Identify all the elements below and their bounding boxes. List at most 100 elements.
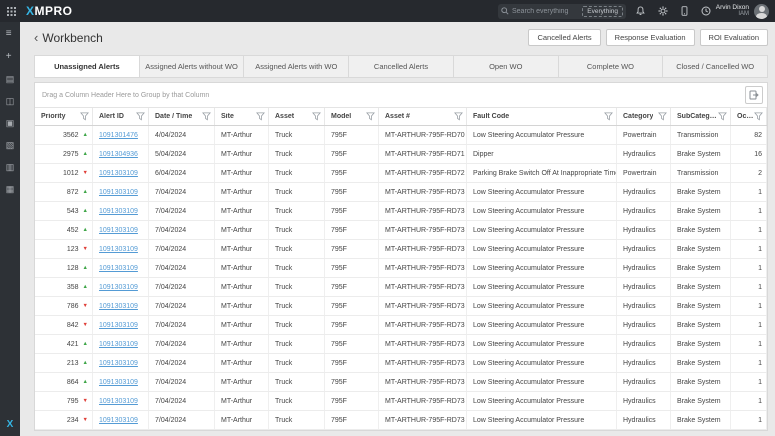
- table-row[interactable]: 452 ▲ 1091303109 7/04/2024 MT-Arthur Truck 795…: [35, 221, 767, 240]
- table-row[interactable]: 123 ▼ 1091303109 7/04/2024 MT-Arthur Truck 795…: [35, 240, 767, 259]
- search-input[interactable]: [512, 7, 583, 15]
- alert-id-link[interactable]: 1091303109: [99, 303, 138, 310]
- table-row[interactable]: 421 ▲ 1091303109 7/04/2024 MT-Arthur Truck 795…: [35, 335, 767, 354]
- column-header-alert-id[interactable]: Alert ID: [93, 108, 149, 125]
- alert-id-link[interactable]: 1091304936: [99, 151, 138, 158]
- table-row[interactable]: 3562 ▲ 1091301476 4/04/2024 MT-Arthur Truck 79…: [35, 126, 767, 145]
- tab-open-wo[interactable]: Open WO: [452, 55, 559, 78]
- alert-id-link[interactable]: 1091303109: [99, 360, 138, 367]
- settings-gear-icon[interactable]: [658, 6, 668, 16]
- filter-funnel-icon[interactable]: [80, 112, 89, 121]
- link-icon[interactable]: ▧: [6, 141, 15, 150]
- table-row[interactable]: 358 ▲ 1091303109 7/04/2024 MT-Arthur Truck 795…: [35, 278, 767, 297]
- trend-up-icon: ▲: [82, 265, 88, 271]
- filter-funnel-icon[interactable]: [256, 112, 265, 121]
- notifications-icon[interactable]: [636, 6, 645, 16]
- apps-grid-icon[interactable]: [0, 6, 22, 16]
- filter-funnel-icon[interactable]: [366, 112, 375, 121]
- table-row[interactable]: 1012 ▼ 1091303109 6/04/2024 MT-Arthur Truck 79…: [35, 164, 767, 183]
- export-button[interactable]: [745, 86, 763, 104]
- site-cell: MT-Arthur: [215, 221, 269, 239]
- column-label: Alert ID: [99, 113, 124, 120]
- filter-funnel-icon[interactable]: [312, 112, 321, 121]
- column-header-date-time[interactable]: Date / Time: [149, 108, 215, 125]
- tab-assigned-alerts-with-wo[interactable]: Assigned Alerts with WO: [243, 55, 350, 78]
- alert-id-link[interactable]: 1091303109: [99, 265, 138, 272]
- media-icon[interactable]: ▣: [6, 119, 15, 128]
- column-header-category[interactable]: Category: [617, 108, 671, 125]
- alert-id-link[interactable]: 1091303109: [99, 417, 138, 424]
- column-header-asset[interactable]: Asset: [269, 108, 325, 125]
- asset-number-cell: MT-ARTHUR-795F-RD73: [379, 411, 467, 429]
- filter-funnel-icon[interactable]: [136, 112, 145, 121]
- priority-value: 452: [66, 226, 79, 234]
- table-row[interactable]: 128 ▲ 1091303109 7/04/2024 MT-Arthur Truck 795…: [35, 259, 767, 278]
- column-header-site[interactable]: Site: [215, 108, 269, 125]
- site-cell: MT-Arthur: [215, 145, 269, 163]
- roi-evaluation-button[interactable]: ROI Evaluation: [699, 29, 768, 46]
- site-cell: MT-Arthur: [215, 335, 269, 353]
- asset-cell: Truck: [269, 411, 325, 429]
- alert-id-link[interactable]: 1091303109: [99, 170, 138, 177]
- reports-icon[interactable]: ▥: [6, 163, 15, 172]
- sidebar: ≡ + ▤ ◫ ▣ ▧ ▥ ▦ X: [0, 22, 20, 436]
- column-header-fault-code[interactable]: Fault Code: [467, 108, 617, 125]
- alert-id-link[interactable]: 1091303109: [99, 246, 138, 253]
- tab-closed-cancelled-wo[interactable]: Closed / Cancelled WO: [662, 55, 769, 78]
- table-row[interactable]: 234 ▼ 1091303109 7/04/2024 MT-Arthur Truck 795…: [35, 411, 767, 430]
- avatar[interactable]: [754, 3, 769, 19]
- tab-unassigned-alerts[interactable]: Unassigned Alerts: [34, 55, 140, 78]
- column-header-asset[interactable]: Asset #: [379, 108, 467, 125]
- table-row[interactable]: 543 ▲ 1091303109 7/04/2024 MT-Arthur Truck 795…: [35, 202, 767, 221]
- table-row[interactable]: 864 ▲ 1091303109 7/04/2024 MT-Arthur Truck 795…: [35, 373, 767, 392]
- filter-funnel-icon[interactable]: [718, 112, 727, 121]
- alert-id-link[interactable]: 1091303109: [99, 341, 138, 348]
- dashboard-icon[interactable]: ▤: [6, 75, 15, 84]
- search-scope-dropdown[interactable]: Everything: [582, 5, 623, 17]
- filter-funnel-icon[interactable]: [658, 112, 667, 121]
- filter-funnel-icon[interactable]: [754, 112, 763, 121]
- table-row[interactable]: 872 ▲ 1091303109 7/04/2024 MT-Arthur Truck 795…: [35, 183, 767, 202]
- table-row[interactable]: 842 ▼ 1091303109 7/04/2024 MT-Arthur Truck 795…: [35, 316, 767, 335]
- column-header-subcategory[interactable]: SubCategory: [671, 108, 731, 125]
- column-header-occurren[interactable]: Occurren...: [731, 108, 767, 125]
- filter-funnel-icon[interactable]: [604, 112, 613, 121]
- alert-id-link[interactable]: 1091303109: [99, 398, 138, 405]
- cancelled-alerts-button[interactable]: Cancelled Alerts: [528, 29, 601, 46]
- column-header-priority[interactable]: Priority: [35, 108, 93, 125]
- table-row[interactable]: 213 ▲ 1091303109 7/04/2024 MT-Arthur Truck 795…: [35, 354, 767, 373]
- alert-id-cell: 1091303109: [93, 202, 149, 220]
- datastream-icon[interactable]: ◫: [6, 97, 15, 106]
- calendar-icon[interactable]: ▦: [6, 185, 15, 194]
- alert-id-link[interactable]: 1091303109: [99, 379, 138, 386]
- alert-id-link[interactable]: 1091303109: [99, 227, 138, 234]
- category-cell: Hydraulics: [617, 240, 671, 258]
- tab-complete-wo[interactable]: Complete WO: [557, 55, 664, 78]
- filter-funnel-icon[interactable]: [202, 112, 211, 121]
- alert-id-link[interactable]: 1091301476: [99, 132, 138, 139]
- xmpro-x-logo-icon[interactable]: X: [7, 419, 14, 430]
- alert-id-link[interactable]: 1091303109: [99, 322, 138, 329]
- alert-id-link[interactable]: 1091303109: [99, 189, 138, 196]
- table-row[interactable]: 795 ▼ 1091303109 7/04/2024 MT-Arthur Truck 795…: [35, 392, 767, 411]
- alert-id-link[interactable]: 1091303109: [99, 284, 138, 291]
- back-chevron-icon[interactable]: ‹: [34, 31, 38, 44]
- recent-history-icon[interactable]: [701, 6, 711, 16]
- column-header-model[interactable]: Model: [325, 108, 379, 125]
- add-icon[interactable]: +: [6, 52, 15, 62]
- topbar: XMPRO Everything Arvin Dixon IAM: [0, 0, 775, 22]
- subcategory-cell: Brake System: [671, 259, 731, 277]
- mobile-device-icon[interactable]: [681, 6, 688, 16]
- filter-funnel-icon[interactable]: [454, 112, 463, 121]
- priority-cell: 1012 ▼: [35, 164, 93, 182]
- user-menu[interactable]: Arvin Dixon IAM: [716, 3, 769, 19]
- alert-id-cell: 1091303109: [93, 221, 149, 239]
- table-row[interactable]: 786 ▼ 1091303109 7/04/2024 MT-Arthur Truck 795…: [35, 297, 767, 316]
- alert-id-link[interactable]: 1091303109: [99, 208, 138, 215]
- table-row[interactable]: 2975 ▲ 1091304936 5/04/2024 MT-Arthur Truck 79…: [35, 145, 767, 164]
- model-cell: 795F: [325, 392, 379, 410]
- tab-cancelled-alerts[interactable]: Cancelled Alerts: [348, 55, 454, 78]
- menu-icon[interactable]: ≡: [6, 29, 15, 39]
- response-evaluation-button[interactable]: Response Evaluation: [605, 29, 695, 46]
- tab-assigned-alerts-without-wo[interactable]: Assigned Alerts without WO: [138, 55, 245, 78]
